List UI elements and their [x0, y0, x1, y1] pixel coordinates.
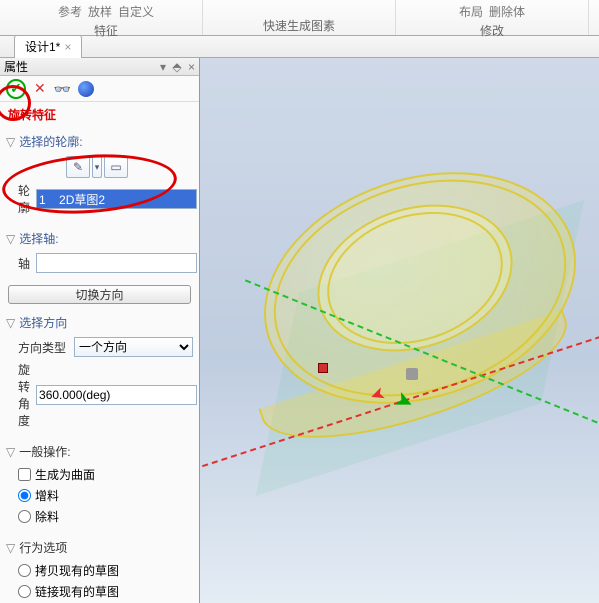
ribbon-item[interactable]: 删除体: [489, 3, 525, 20]
surface-label: 生成为曲面: [35, 466, 95, 483]
ribbon-group-feature: 参考 放样 自定义 特征: [10, 0, 203, 35]
surface-checkbox[interactable]: [18, 468, 31, 481]
feature-action-row: ✓ ✕ 👓: [0, 76, 199, 102]
direction-type-label: 方向类型: [18, 339, 68, 356]
panel-menu-icon[interactable]: ▾: [160, 60, 166, 74]
angle-input[interactable]: [36, 385, 197, 405]
copy-sketch-label: 拷贝现有的草图: [35, 562, 119, 579]
pin-icon[interactable]: ⬘: [172, 60, 181, 74]
sphere-icon[interactable]: [78, 81, 94, 97]
close-icon[interactable]: ×: [64, 40, 71, 54]
section-header-direction[interactable]: ▽选择方向: [6, 310, 193, 335]
ribbon-item[interactable]: 布局: [459, 3, 483, 20]
ribbon: 参考 放样 自定义 特征 快速生成图素 布局 删除体 修改: [0, 0, 599, 36]
close-icon[interactable]: ×: [188, 60, 195, 74]
axis-input[interactable]: [36, 253, 197, 273]
ribbon-item[interactable]: 参考: [58, 3, 82, 20]
angle-label: 旋转角度: [18, 361, 30, 429]
confirm-icon[interactable]: ✓: [6, 79, 26, 99]
ribbon-group-modify: 布局 删除体 修改: [396, 0, 589, 35]
properties-panel: 属性 ▾ ⬘ × ✓ ✕ 👓 旋转特征 ▽选择的轮廓: ✎ ▾ ▭ 轮廓: [0, 58, 200, 603]
axis-label: 轴: [18, 255, 30, 272]
preview-icon[interactable]: 👓: [54, 81, 70, 97]
document-tab[interactable]: 设计1* ×: [14, 35, 82, 58]
ribbon-group-quickgen: 快速生成图素: [203, 0, 396, 35]
copy-sketch-radio[interactable]: [18, 564, 31, 577]
panel-title: 属性: [4, 58, 28, 75]
document-tab-bar: 设计1* ×: [0, 36, 599, 58]
sketch-tool-dropdown[interactable]: ▾: [92, 156, 102, 178]
link-sketch-radio[interactable]: [18, 585, 31, 598]
tab-title: 设计1*: [25, 38, 60, 55]
3d-viewport[interactable]: ➤ ➤: [200, 58, 599, 603]
add-material-radio[interactable]: [18, 489, 31, 502]
sketch-tool-button[interactable]: ✎: [66, 156, 90, 178]
ribbon-group-label: 快速生成图素: [203, 17, 395, 34]
cancel-icon[interactable]: ✕: [34, 80, 46, 97]
profile-label: 轮廓: [18, 182, 30, 216]
section-header-behavior[interactable]: ▽行为选项: [6, 535, 193, 560]
section-header-axis[interactable]: ▽选择轴:: [6, 226, 193, 251]
panel-header: 属性 ▾ ⬘ ×: [0, 58, 199, 76]
link-sketch-label: 链接现有的草图: [35, 583, 119, 600]
profile-input[interactable]: [36, 189, 197, 209]
remove-material-label: 除料: [35, 508, 59, 525]
remove-material-radio[interactable]: [18, 510, 31, 523]
direction-type-select[interactable]: 一个方向: [74, 337, 193, 357]
feature-title: 旋转特征: [0, 102, 199, 127]
flip-direction-button[interactable]: 切换方向: [8, 285, 191, 304]
lock-icon[interactable]: [406, 368, 418, 380]
ribbon-item[interactable]: 自定义: [118, 3, 154, 20]
ribbon-group-label: 修改: [396, 22, 588, 39]
profile-select-button[interactable]: ▭: [104, 156, 128, 178]
section-header-general[interactable]: ▽一般操作:: [6, 439, 193, 464]
add-material-label: 增料: [35, 487, 59, 504]
origin-gizmo[interactable]: [318, 363, 328, 373]
origin-cube-icon: [318, 363, 328, 373]
ribbon-item[interactable]: 放样: [88, 3, 112, 20]
section-header-profile[interactable]: ▽选择的轮廓:: [6, 129, 193, 154]
